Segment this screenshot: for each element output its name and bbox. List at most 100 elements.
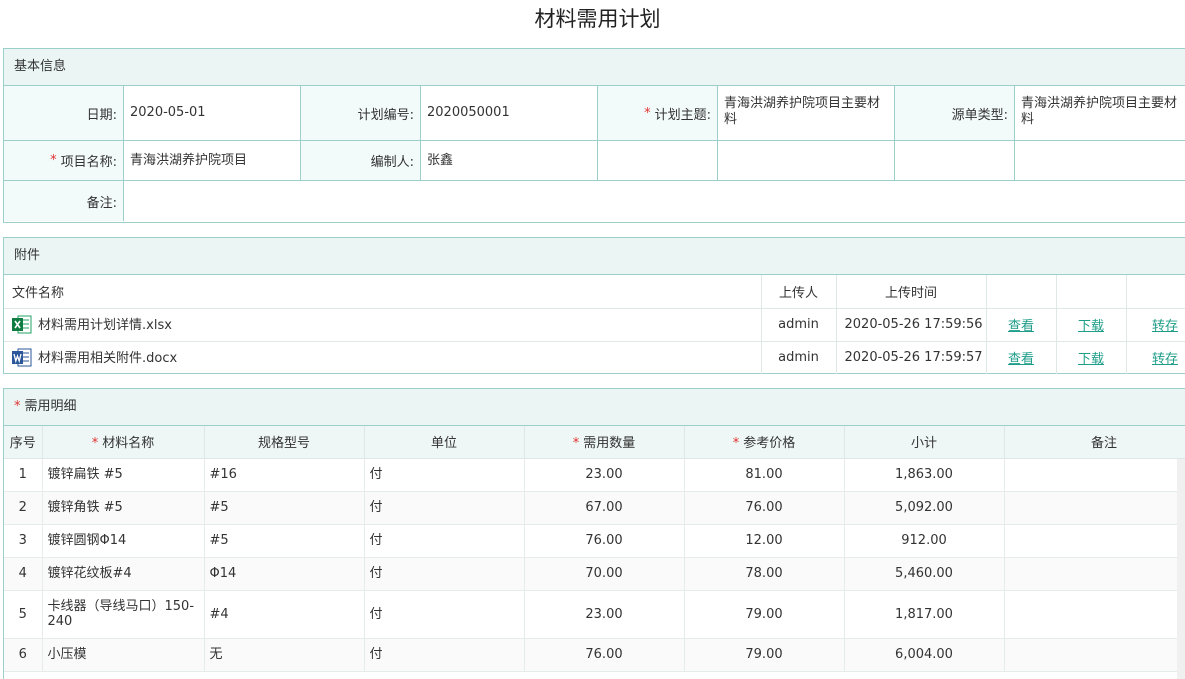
attachments-header: 附件: [4, 238, 1185, 275]
save-link-cell: 转存: [1126, 341, 1185, 374]
subtotal-cell: 6,004.00: [844, 638, 1005, 672]
empty-value-cell: [718, 141, 895, 180]
remark-value[interactable]: [124, 181, 1185, 221]
view-link[interactable]: 查看: [1008, 319, 1034, 334]
file-name-cell: 材料需用相关附件.docx: [4, 341, 762, 374]
material-cell[interactable]: 镀锌角铁 #5: [42, 491, 205, 525]
table-row[interactable]: 2 镀锌角铁 #5 #5 付 67.00 76.00 5,092.00: [4, 491, 1185, 525]
col-subtotal: 小计: [844, 426, 1005, 459]
word-icon: [12, 348, 32, 367]
source-type-label: 源单类型:: [895, 86, 1015, 140]
seq-cell: 5: [4, 590, 43, 639]
remark-cell[interactable]: [1004, 458, 1185, 492]
attachment-row: 材料需用相关附件.docx admin 2020-05-26 17:59:57 …: [4, 341, 1185, 374]
file-name-cell: 材料需用计划详情.xlsx: [4, 308, 762, 342]
unit-cell[interactable]: 付: [364, 590, 525, 639]
spec-cell[interactable]: #16: [204, 458, 365, 492]
upload-time: 2020-05-26 17:59:57: [836, 341, 987, 374]
col-file-name: 文件名称: [4, 275, 762, 309]
col-price: * 参考价格: [684, 426, 845, 459]
material-cell[interactable]: 卡线器（导线马口）150-240: [42, 590, 205, 639]
remark-label: 备注:: [4, 181, 124, 221]
basic-info-header: 基本信息: [4, 49, 1185, 86]
author-value[interactable]: 张鑫: [421, 141, 598, 180]
spec-cell[interactable]: #5: [204, 524, 365, 558]
col-unit: 单位: [364, 426, 525, 459]
subtotal-cell: 912.00: [844, 524, 1005, 558]
spec-cell[interactable]: #4: [204, 590, 365, 639]
project-label: 项目名称:: [60, 155, 117, 170]
table-row[interactable]: 3 镀锌圆钢Φ14 #5 付 76.00 12.00 912.00: [4, 524, 1185, 558]
required-mark: *: [644, 105, 651, 121]
remark-cell[interactable]: [1004, 638, 1185, 672]
project-label-cell: * 项目名称:: [4, 141, 124, 180]
view-link[interactable]: 查看: [1008, 352, 1034, 367]
col-remark: 备注: [1004, 426, 1185, 459]
subject-value[interactable]: 青海洪湖养护院项目主要材料: [718, 86, 895, 140]
save-link[interactable]: 转存: [1152, 352, 1178, 367]
subtotal-cell: 1,863.00: [844, 458, 1005, 492]
col-material: * 材料名称: [42, 426, 205, 459]
project-value[interactable]: 青海洪湖养护院项目: [124, 141, 301, 180]
table-scrollbar[interactable]: [1177, 459, 1185, 679]
table-row[interactable]: 1 镀锌扁铁 #5 #16 付 23.00 81.00 1,863.00: [4, 458, 1185, 492]
col-empty: [1056, 275, 1127, 309]
save-link-cell: 转存: [1126, 308, 1185, 342]
col-empty: [986, 275, 1057, 309]
unit-cell[interactable]: 付: [364, 557, 525, 591]
download-link[interactable]: 下载: [1078, 352, 1104, 367]
empty-value-cell: [1015, 141, 1185, 180]
price-cell[interactable]: 12.00: [684, 524, 845, 558]
remark-cell[interactable]: [1004, 524, 1185, 558]
file-name[interactable]: 材料需用计划详情.xlsx: [38, 318, 172, 333]
price-cell[interactable]: 79.00: [684, 638, 845, 672]
price-cell[interactable]: 78.00: [684, 557, 845, 591]
price-cell[interactable]: 81.00: [684, 458, 845, 492]
subtotal-cell: 1,817.00: [844, 590, 1005, 639]
material-cell[interactable]: 小压模: [42, 638, 205, 672]
remark-cell[interactable]: [1004, 491, 1185, 525]
upload-time: 2020-05-26 17:59:56: [836, 308, 987, 342]
detail-table: 序号 * 材料名称 规格型号 单位 * 需用数量 * 参考价格 小计 备注 1 镀锌扁…: [4, 426, 1185, 672]
subject-label-cell: * 计划主题:: [598, 86, 718, 140]
download-link[interactable]: 下载: [1078, 319, 1104, 334]
table-row[interactable]: 5 卡线器（导线马口）150-240 #4 付 23.00 79.00 1,81…: [4, 590, 1185, 639]
spec-cell[interactable]: #5: [204, 491, 365, 525]
save-link[interactable]: 转存: [1152, 319, 1178, 334]
seq-cell: 1: [4, 458, 43, 492]
table-row[interactable]: 4 镀锌花纹板#4 Φ14 付 70.00 78.00 5,460.00: [4, 557, 1185, 591]
unit-cell[interactable]: 付: [364, 524, 525, 558]
required-mark: *: [91, 436, 99, 452]
required-mark: *: [572, 436, 580, 452]
unit-cell[interactable]: 付: [364, 491, 525, 525]
spec-cell[interactable]: 无: [204, 638, 365, 672]
qty-cell[interactable]: 76.00: [524, 524, 685, 558]
qty-cell[interactable]: 23.00: [524, 590, 685, 639]
col-price-label: 参考价格: [743, 436, 796, 452]
seq-cell: 6: [4, 638, 43, 672]
material-cell[interactable]: 镀锌扁铁 #5: [42, 458, 205, 492]
remark-cell[interactable]: [1004, 590, 1185, 639]
plan-no-value[interactable]: 2020050001: [421, 86, 598, 140]
qty-cell[interactable]: 23.00: [524, 458, 685, 492]
attachments-panel: 附件 文件名称 上传人 上传时间 材料需用计划详情.xlsx admin 202…: [3, 237, 1185, 374]
table-row[interactable]: 6 小压模 无 付 76.00 79.00 6,004.00: [4, 638, 1185, 672]
source-type-value[interactable]: 青海洪湖养护院项目主要材料: [1015, 86, 1185, 140]
price-cell[interactable]: 76.00: [684, 491, 845, 525]
remark-cell[interactable]: [1004, 557, 1185, 591]
col-empty: [1126, 275, 1185, 309]
unit-cell[interactable]: 付: [364, 458, 525, 492]
date-value[interactable]: 2020-05-01: [124, 86, 301, 140]
qty-cell[interactable]: 70.00: [524, 557, 685, 591]
qty-cell[interactable]: 76.00: [524, 638, 685, 672]
unit-cell[interactable]: 付: [364, 638, 525, 672]
view-link-cell: 查看: [986, 308, 1057, 342]
download-link-cell: 下载: [1056, 308, 1127, 342]
spec-cell[interactable]: Φ14: [204, 557, 365, 591]
material-cell[interactable]: 镀锌圆钢Φ14: [42, 524, 205, 558]
material-cell[interactable]: 镀锌花纹板#4: [42, 557, 205, 591]
qty-cell[interactable]: 67.00: [524, 491, 685, 525]
subject-label: 计划主题:: [654, 107, 711, 123]
price-cell[interactable]: 79.00: [684, 590, 845, 639]
file-name[interactable]: 材料需用相关附件.docx: [38, 351, 177, 366]
